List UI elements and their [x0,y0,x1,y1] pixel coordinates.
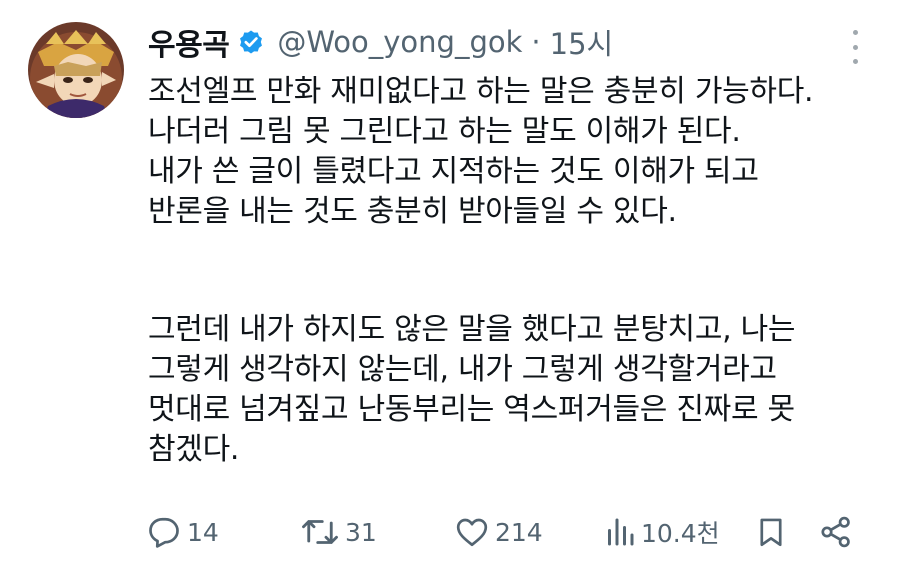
like-icon [454,514,490,550]
tweet-line: 조선엘프 만화 재미없다고 하는 말은 충분히 가능하다. [148,74,814,109]
tweet-line: 그렇게 생각하지 않는데, 내가 그렇게 생각할거라고 [148,352,777,387]
retweet-count: 31 [345,517,377,547]
views-icon [604,514,636,550]
verified-badge-icon [237,28,265,56]
retweet-button[interactable]: 31 [300,510,377,554]
bookmark-button[interactable] [754,510,788,554]
tweet-line: 반론을 내는 것도 충분히 받아들일 수 있다. [148,194,677,229]
tweet-text: 조선엘프 만화 재미없다고 하는 말은 충분히 가능하다. 나더러 그림 못 그… [148,72,883,470]
tweet-line: 멋대로 넘겨짚고 난동부리는 역스퍼거들은 진짜로 못 [148,392,795,427]
tweet-line: 나더러 그림 못 그린다고 하는 말도 이해가 된다. [148,114,741,149]
action-bar: 14 31 214 10.4천 [146,510,861,554]
share-icon [818,514,854,550]
timestamp[interactable]: 15시 [550,21,614,63]
views-count: 10.4천 [641,519,720,548]
tweet-line: 그런데 내가 하지도 않은 말을 했다고 분탕치고, 나는 [148,312,796,347]
like-count: 214 [495,517,543,547]
tweet-line: 내가 쓴 글이 틀렸다고 지적하는 것도 이해가 되고 [148,154,759,189]
reply-icon [146,514,182,550]
reply-button[interactable]: 14 [146,510,219,554]
user-handle[interactable]: @Woo_yong_gok [277,25,522,59]
reply-count: 14 [187,517,219,547]
tweet-header: 우용곡 @Woo_yong_gok · 15시 [148,20,614,64]
tweet-line: 참겠다. [148,432,240,467]
views-button[interactable]: 10.4천 [604,510,720,554]
display-name[interactable]: 우용곡 [148,20,230,64]
retweet-icon [300,514,340,550]
share-button[interactable] [818,510,854,554]
more-options-icon[interactable] [845,30,865,64]
avatar[interactable] [28,22,124,118]
separator-dot: · [531,25,541,59]
bookmark-icon [754,514,788,550]
like-button[interactable]: 214 [454,510,543,554]
